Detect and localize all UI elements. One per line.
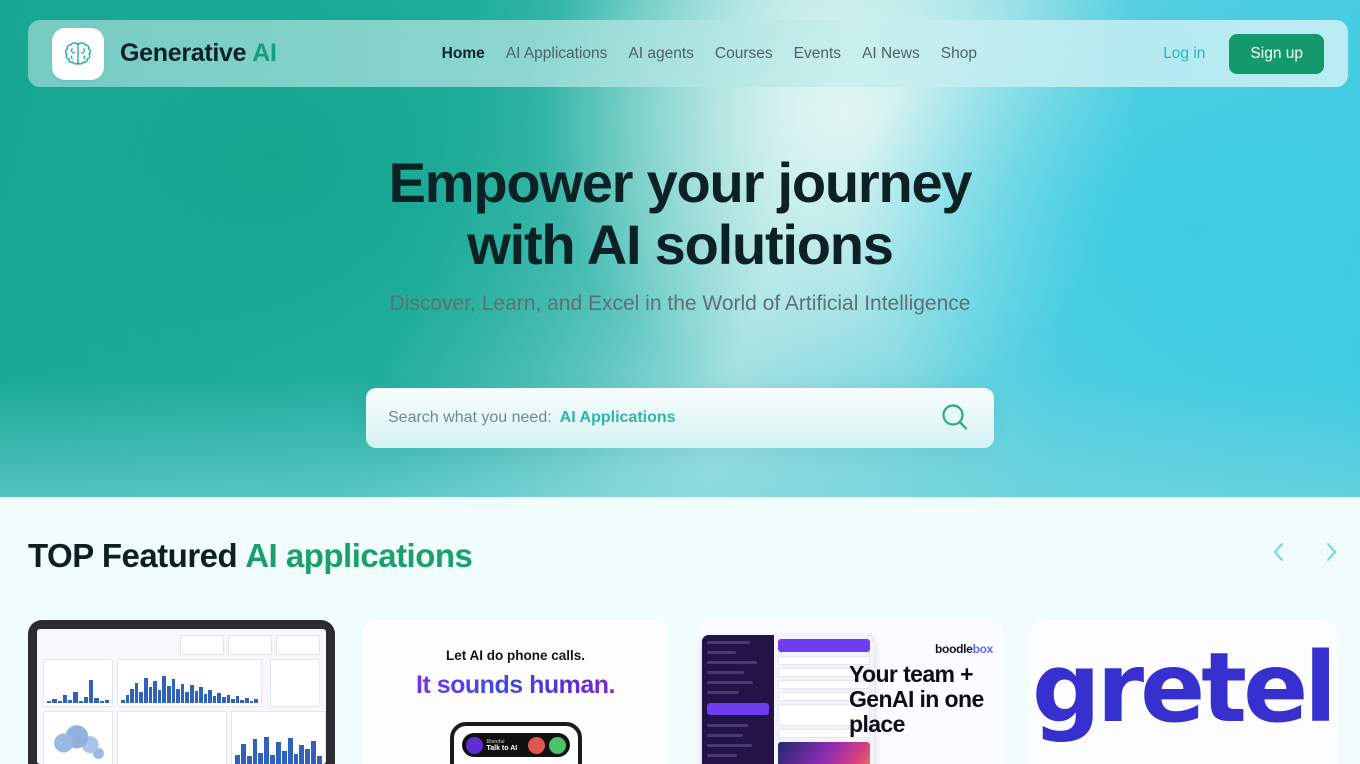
logo-text-accent: box bbox=[972, 642, 994, 656]
dashboard-panel bbox=[231, 711, 326, 764]
chevron-left-icon[interactable] bbox=[1270, 541, 1287, 563]
login-link[interactable]: Log in bbox=[1163, 45, 1205, 63]
nav-item-shop[interactable]: Shop bbox=[941, 45, 977, 63]
gretel-wordmark: gretel bbox=[1032, 632, 1337, 744]
brand-name: Generative AI bbox=[120, 39, 277, 68]
dashboard-panel bbox=[43, 659, 113, 707]
chevron-right-icon[interactable] bbox=[1323, 541, 1340, 563]
nav-item-courses[interactable]: Courses bbox=[715, 45, 773, 63]
incoming-call-banner: Blandai Talk to AI bbox=[461, 733, 570, 757]
nav-item-ai-agents[interactable]: AI agents bbox=[628, 45, 694, 63]
decline-call-icon[interactable] bbox=[527, 736, 545, 754]
dashboard-map bbox=[43, 711, 113, 764]
app-content-image bbox=[778, 742, 870, 764]
dashboard-panel bbox=[117, 711, 227, 764]
nav-item-ai-news[interactable]: AI News bbox=[862, 45, 920, 63]
featured-title-primary: TOP Featured bbox=[28, 537, 238, 574]
search-bar[interactable]: Search what you need: AI Applications bbox=[366, 388, 994, 448]
signup-button[interactable]: Sign up bbox=[1229, 33, 1324, 74]
featured-cards: Let AI do phone calls. It sounds human. … bbox=[28, 620, 1337, 764]
search-label: Search what you need: bbox=[388, 409, 552, 426]
site-header: Generative AI Home AI Applications AI age… bbox=[28, 20, 1348, 87]
auth-actions: Log in Sign up bbox=[1163, 33, 1324, 74]
featured-card-ai-phone-calls[interactable]: Let AI do phone calls. It sounds human. … bbox=[362, 620, 669, 764]
page-title: Empower your journey with AI solutions bbox=[0, 152, 1360, 276]
featured-title: TOP Featured AI applications bbox=[28, 537, 473, 575]
caller-info: Blandai Talk to AI bbox=[487, 739, 524, 752]
caller-avatar bbox=[465, 736, 483, 754]
nav-item-home[interactable]: Home bbox=[442, 45, 485, 63]
featured-card-gretel[interactable]: gretel bbox=[1030, 620, 1337, 764]
app-sidebar-active-item bbox=[707, 703, 769, 715]
nav-item-events[interactable]: Events bbox=[794, 45, 841, 63]
brand-logo[interactable]: Generative AI bbox=[52, 27, 277, 80]
brain-icon bbox=[52, 27, 104, 80]
accept-call-icon[interactable] bbox=[548, 736, 566, 754]
featured-card-boodlebox[interactable]: boodlebox Your team + GenAI in one place bbox=[696, 620, 1003, 764]
main-navigation: Home AI Applications AI agents Courses E… bbox=[442, 45, 977, 63]
dashboard-panel bbox=[270, 659, 320, 707]
card-headline-top: Let AI do phone calls. bbox=[445, 648, 585, 663]
card-tagline: Your team + GenAI in one place bbox=[849, 661, 984, 737]
featured-title-accent: AI applications bbox=[245, 537, 473, 574]
dashboard-screenshot bbox=[37, 629, 326, 764]
carousel-controls bbox=[1270, 541, 1340, 563]
featured-card-analytics-dashboard[interactable] bbox=[28, 620, 335, 764]
dashboard-bars bbox=[121, 675, 258, 703]
dashboard-line bbox=[235, 733, 322, 764]
app-sidebar bbox=[702, 635, 774, 764]
headline-line-2: with AI solutions bbox=[467, 213, 894, 276]
brand-name-accent: AI bbox=[252, 39, 277, 67]
dashboard-bars bbox=[47, 675, 109, 703]
boodlebox-logo: boodlebox bbox=[935, 642, 993, 656]
brand-name-primary: Generative bbox=[120, 39, 247, 67]
dashboard-panel bbox=[117, 659, 262, 707]
app-team-header bbox=[778, 639, 870, 652]
caller-name: Talk to AI bbox=[486, 744, 518, 752]
headline-line-1: Empower your journey bbox=[388, 151, 973, 214]
nav-item-ai-applications[interactable]: AI Applications bbox=[506, 45, 608, 63]
hero-subtitle: Discover, Learn, and Excel in the World … bbox=[389, 292, 971, 315]
search-input[interactable]: AI Applications bbox=[560, 409, 676, 427]
card-headline-main: It sounds human. bbox=[362, 671, 669, 700]
search-icon[interactable] bbox=[938, 401, 972, 435]
dashboard-kpis bbox=[180, 635, 320, 655]
logo-text-dark: boodle bbox=[935, 642, 973, 656]
phone-mockup: Blandai Talk to AI bbox=[449, 722, 582, 764]
